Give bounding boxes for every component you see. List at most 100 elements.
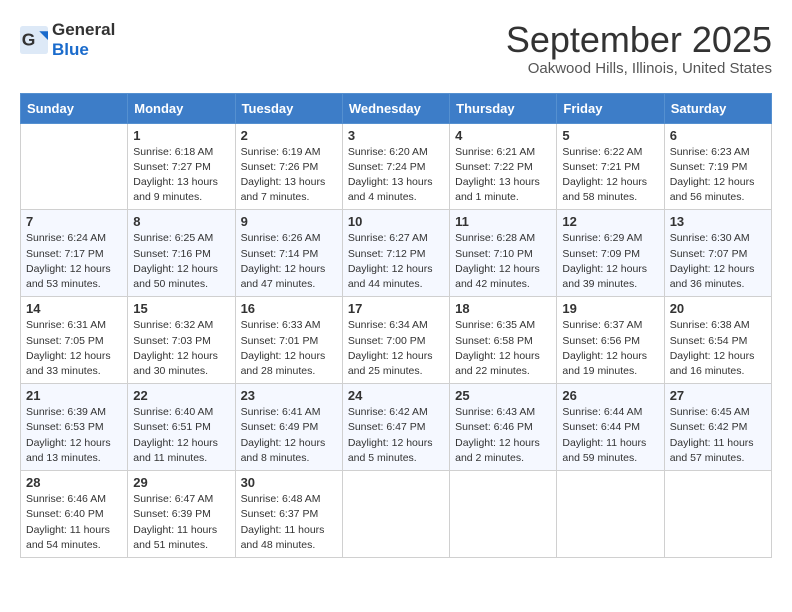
cell-info-line: and 50 minutes. (133, 277, 229, 292)
cell-info-line: Sunrise: 6:21 AM (455, 145, 551, 160)
cell-info-line: Sunrise: 6:28 AM (455, 231, 551, 246)
cell-info-line: Sunset: 7:16 PM (133, 247, 229, 262)
cell-info-line: Daylight: 12 hours (670, 175, 766, 190)
day-number: 25 (455, 388, 551, 403)
cell-info-line: Daylight: 11 hours (26, 523, 122, 538)
calendar-cell: 27 Sunrise: 6:45 AMSunset: 6:42 PMDayligh… (664, 384, 771, 471)
cell-info-line: Sunrise: 6:48 AM (241, 492, 337, 507)
calendar-cell (21, 123, 128, 210)
day-number: 5 (562, 128, 658, 143)
cell-info-line: Sunset: 7:12 PM (348, 247, 444, 262)
calendar-cell: 7Sunrise: 6:24 AMSunset: 7:17 PMDaylight… (21, 210, 128, 297)
calendar-cell: 14Sunrise: 6:31 AMSunset: 7:05 PMDayligh… (21, 297, 128, 384)
cell-info-line: and 9 minutes. (133, 190, 229, 205)
cell-info-line: Sunset: 6:51 PM (133, 420, 229, 435)
day-number: 12 (562, 214, 658, 229)
cell-info-line: Sunset: 7:01 PM (241, 334, 337, 349)
cell-info-line: Sunset: 7:21 PM (562, 160, 658, 175)
day-number: 19 (562, 301, 658, 316)
cell-info-line: and 13 minutes. (26, 451, 122, 466)
cell-info-line: Sunrise: 6:23 AM (670, 145, 766, 160)
calendar-cell: 10Sunrise: 6:27 AMSunset: 7:12 PMDayligh… (342, 210, 449, 297)
cell-info-line: and 2 minutes. (455, 451, 551, 466)
day-number: 28 (26, 475, 122, 490)
calendar-cell: 1Sunrise: 6:18 AMSunset: 7:27 PMDaylight… (128, 123, 235, 210)
day-number: 8 (133, 214, 229, 229)
cell-info-line: and 56 minutes. (670, 190, 766, 205)
cell-info-line: Sunset: 7:27 PM (133, 160, 229, 175)
calendar-week-4: 21Sunrise: 6:39 AMSunset: 6:53 PMDayligh… (21, 384, 772, 471)
cell-info-line: Sunrise: 6:38 AM (670, 318, 766, 333)
weekday-header-saturday: Saturday (664, 93, 771, 123)
day-number: 7 (26, 214, 122, 229)
cell-info-line: Daylight: 12 hours (26, 262, 122, 277)
cell-info-line: Daylight: 12 hours (562, 349, 658, 364)
day-number: 1 (133, 128, 229, 143)
cell-info-line: Daylight: 12 hours (133, 436, 229, 451)
cell-info-line: Sunrise: 6:24 AM (26, 231, 122, 246)
calendar-cell: 2Sunrise: 6:19 AMSunset: 7:26 PMDaylight… (235, 123, 342, 210)
logo-blue: Blue (52, 40, 89, 59)
calendar-cell: 25Sunrise: 6:43 AMSunset: 6:46 PMDayligh… (450, 384, 557, 471)
calendar-cell: 29Sunrise: 6:47 AMSunset: 6:39 PMDayligh… (128, 471, 235, 558)
day-number: 29 (133, 475, 229, 490)
day-number: 27 (670, 388, 766, 403)
day-number: 20 (670, 301, 766, 316)
cell-info-line: Sunset: 7:26 PM (241, 160, 337, 175)
cell-info-line: and 25 minutes. (348, 364, 444, 379)
cell-info-line: Sunset: 6:39 PM (133, 507, 229, 522)
cell-info-line: Sunrise: 6:45 AM (670, 405, 766, 420)
calendar-cell: 18Sunrise: 6:35 AMSunset: 6:58 PMDayligh… (450, 297, 557, 384)
cell-info-line: Daylight: 12 hours (455, 436, 551, 451)
calendar-cell: 9Sunrise: 6:26 AMSunset: 7:14 PMDaylight… (235, 210, 342, 297)
day-number: 2 (241, 128, 337, 143)
cell-info-line: and 1 minute. (455, 190, 551, 205)
calendar-cell: 22Sunrise: 6:40 AMSunset: 6:51 PMDayligh… (128, 384, 235, 471)
cell-info-line: Sunset: 6:40 PM (26, 507, 122, 522)
logo-icon: G (20, 26, 48, 54)
cell-info-line: Sunrise: 6:43 AM (455, 405, 551, 420)
weekday-header-friday: Friday (557, 93, 664, 123)
calendar-cell: 30Sunrise: 6:48 AMSunset: 6:37 PMDayligh… (235, 471, 342, 558)
cell-info-line: Daylight: 12 hours (562, 262, 658, 277)
cell-info-line: Sunrise: 6:31 AM (26, 318, 122, 333)
cell-info-line: Sunrise: 6:33 AM (241, 318, 337, 333)
cell-info-line: Sunset: 7:24 PM (348, 160, 444, 175)
calendar-cell (664, 471, 771, 558)
cell-info-line: Daylight: 13 hours (455, 175, 551, 190)
calendar-body: 1 Sunrise: 6:18 AMSunset: 7:27 PM Daylight… (21, 123, 772, 557)
calendar-cell (557, 471, 664, 558)
cell-info-line: Daylight: 12 hours (241, 262, 337, 277)
cell-info-line: Daylight: 12 hours (670, 262, 766, 277)
title-area: September 2025 Oakwood Hills, Illinois, … (506, 20, 772, 77)
cell-info-line: Sunrise: 6:25 AM (133, 231, 229, 246)
cell-info-line: and 16 minutes. (670, 364, 766, 379)
cell-info-line: and 53 minutes. (26, 277, 122, 292)
cell-info-line: Sunrise: 6:18 AM (133, 145, 229, 160)
cell-info-line: Sunset: 6:42 PM (670, 420, 766, 435)
cell-info-line: Daylight: 12 hours (241, 349, 337, 364)
cell-info-line: Daylight: 11 hours (670, 436, 766, 451)
calendar-cell: 23Sunrise: 6:41 AMSunset: 6:49 PMDayligh… (235, 384, 342, 471)
weekday-header-thursday: Thursday (450, 93, 557, 123)
cell-info-line: Sunset: 6:56 PM (562, 334, 658, 349)
calendar-cell (450, 471, 557, 558)
cell-info-line: Sunset: 7:14 PM (241, 247, 337, 262)
calendar-cell: 12Sunrise: 6:29 AMSunset: 7:09 PMDayligh… (557, 210, 664, 297)
cell-info-line: Sunrise: 6:32 AM (133, 318, 229, 333)
day-number: 17 (348, 301, 444, 316)
cell-info-line: and 54 minutes. (26, 538, 122, 553)
cell-info-line: and 44 minutes. (348, 277, 444, 292)
day-number: 13 (670, 214, 766, 229)
cell-info-line: and 59 minutes. (562, 451, 658, 466)
cell-info-line: Sunrise: 6:41 AM (241, 405, 337, 420)
weekday-header-sunday: Sunday (21, 93, 128, 123)
cell-info-line: Sunrise: 6:46 AM (26, 492, 122, 507)
cell-info-line: Sunset: 6:37 PM (241, 507, 337, 522)
day-number: 6 (670, 128, 766, 143)
cell-info-line: and 57 minutes. (670, 451, 766, 466)
cell-info-line: and 39 minutes. (562, 277, 658, 292)
cell-info-line: Daylight: 11 hours (133, 523, 229, 538)
cell-info-line: Daylight: 12 hours (133, 349, 229, 364)
svg-text:G: G (22, 29, 36, 49)
